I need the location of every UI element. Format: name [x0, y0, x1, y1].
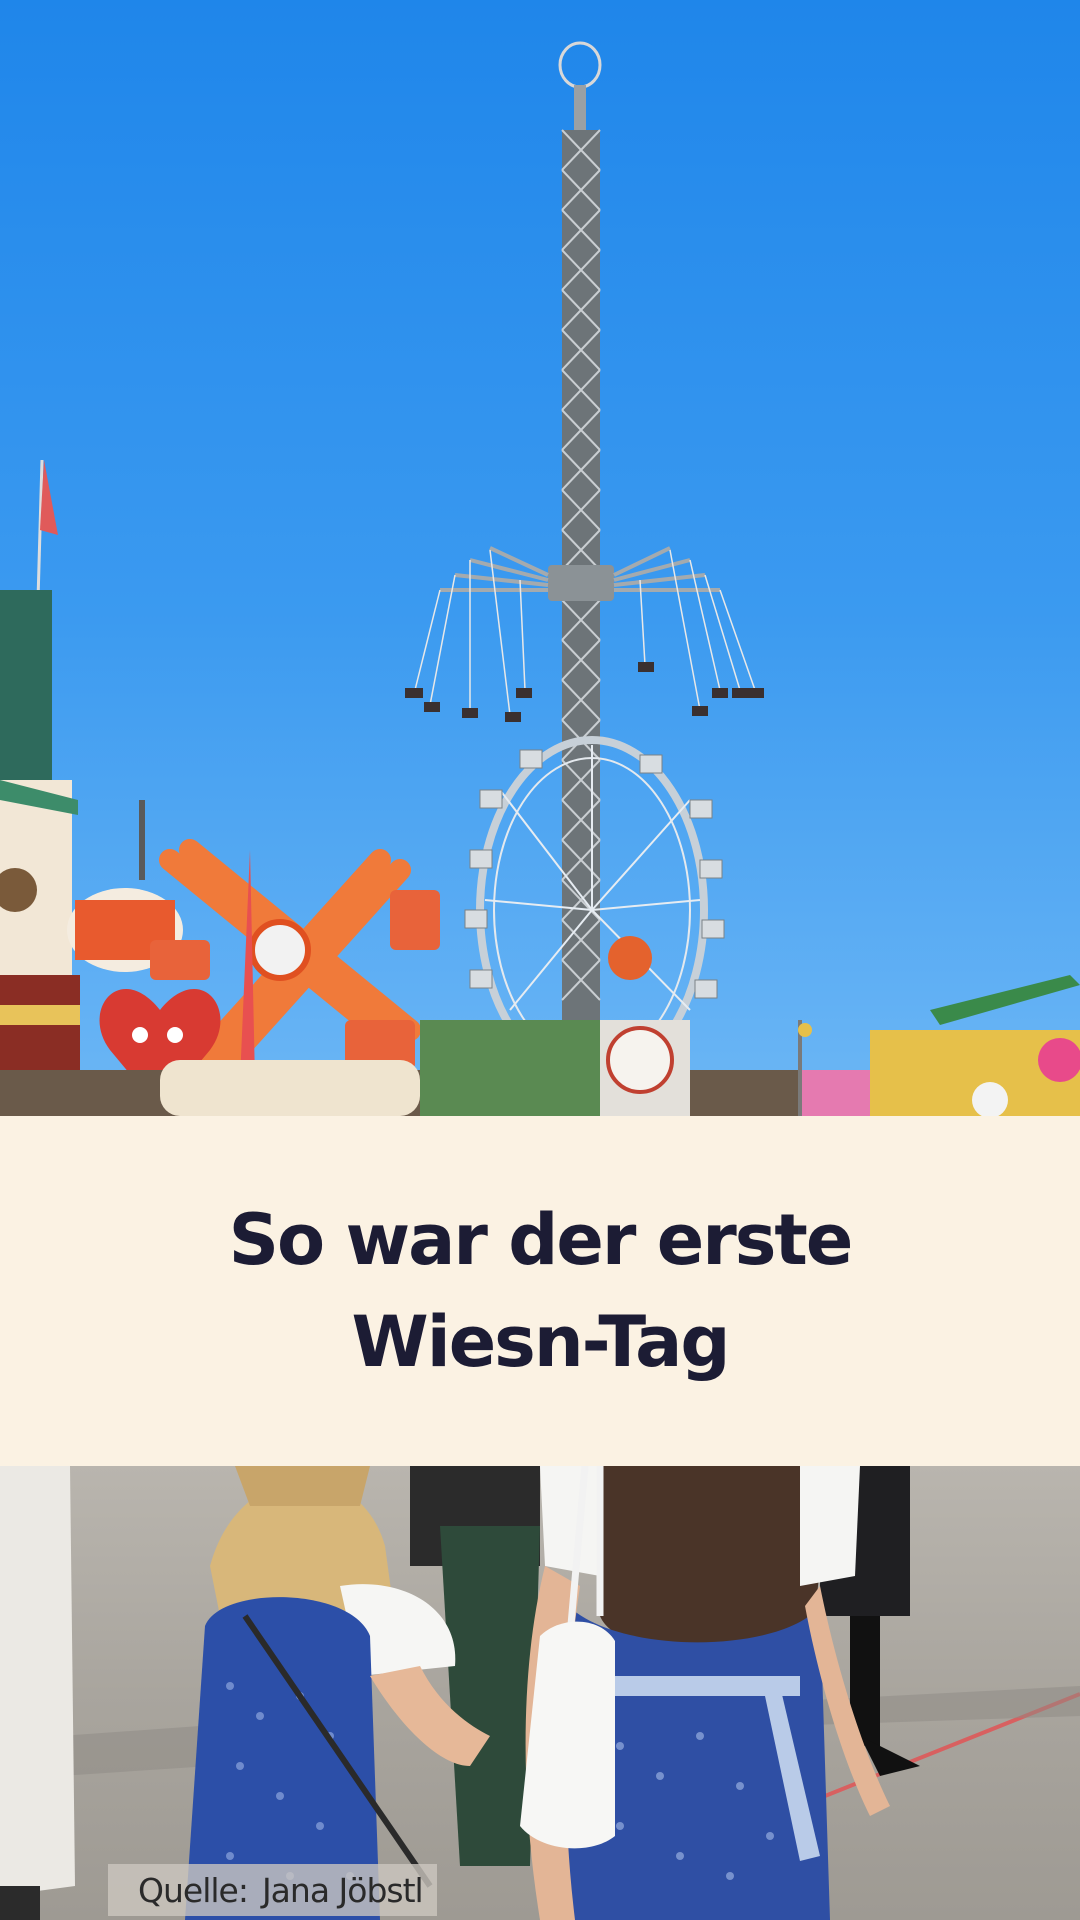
story-page: So war der erste Wiesn-Tag Quelle: Jana …: [0, 0, 1080, 1920]
headline-line-1: So war der erste: [228, 1199, 854, 1281]
visitors-photo: [0, 1466, 1080, 1920]
headline-band: So war der erste Wiesn-Tag: [0, 1116, 1080, 1466]
visitors-illustration: [0, 1466, 1080, 1920]
fairground-photo: [0, 0, 1080, 1116]
visitor-right: [520, 1466, 890, 1920]
chain-swing-tower: [405, 41, 764, 1030]
headline: So war der erste Wiesn-Tag: [90, 1189, 990, 1393]
source-label: Quelle:: [138, 1870, 249, 1910]
headline-line-2: Wiesn-Tag: [351, 1301, 730, 1383]
left-fair-building: [0, 590, 80, 1115]
source-author: Jana Jöbstl: [261, 1870, 424, 1910]
fairground-illustration: [0, 41, 1080, 1116]
source-caption: Quelle: Jana Jöbstl: [108, 1864, 437, 1916]
